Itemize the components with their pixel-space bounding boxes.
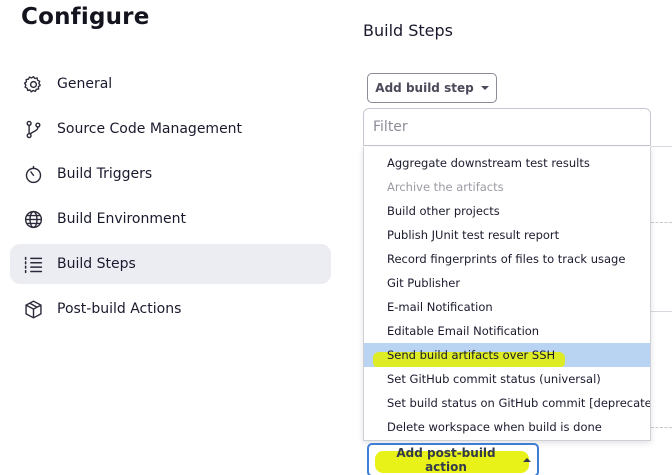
list-icon xyxy=(22,253,44,275)
sidebar-item-build-steps[interactable]: Build Steps xyxy=(10,244,331,284)
section-title: Build Steps xyxy=(363,21,454,40)
gear-icon xyxy=(22,73,44,95)
add-build-step-label: Add build step xyxy=(375,81,474,95)
dropdown-item[interactable]: Set build status on GitHub commit [depre… xyxy=(364,391,650,415)
build-step-dropdown: Aggregate downstream test results Archiv… xyxy=(363,147,651,441)
chevron-down-icon xyxy=(480,86,489,90)
git-branch-icon xyxy=(22,118,44,140)
dropdown-item[interactable]: Build other projects xyxy=(364,199,650,223)
dropdown-item[interactable]: Set GitHub commit status (universal) xyxy=(364,367,650,391)
sidebar-item-label: General xyxy=(57,76,113,92)
dropdown-item[interactable]: E-mail Notification xyxy=(364,295,650,319)
dropdown-item[interactable]: Delete workspace when build is done xyxy=(364,415,650,439)
sidebar-item-label: Build Environment xyxy=(57,211,186,227)
filter-input[interactable] xyxy=(363,108,651,146)
configure-page: Configure General Source Code Management… xyxy=(0,0,672,475)
page-title: Configure xyxy=(21,4,150,30)
divider xyxy=(651,311,672,312)
sidebar-item-label: Source Code Management xyxy=(57,121,243,137)
divider xyxy=(651,146,672,147)
add-build-step-button[interactable]: Add build step xyxy=(367,73,497,103)
timer-icon xyxy=(22,163,44,185)
chevron-up-icon xyxy=(523,458,531,462)
dropdown-item[interactable]: Record fingerprints of files to track us… xyxy=(364,247,650,271)
sidebar: General Source Code Management Build Tri… xyxy=(10,64,331,334)
dropdown-item[interactable]: Git Publisher xyxy=(364,271,650,295)
dropdown-item[interactable]: Aggregate downstream test results xyxy=(364,151,650,175)
sidebar-item-label: Build Triggers xyxy=(57,166,153,182)
sidebar-item-label: Build Steps xyxy=(57,256,136,272)
add-post-build-action-button[interactable]: Add post-build action xyxy=(367,443,539,475)
sidebar-item-build-environment[interactable]: Build Environment xyxy=(10,199,331,239)
dropdown-item-selected[interactable]: Send build artifacts over SSH xyxy=(364,343,650,367)
divider xyxy=(651,427,672,428)
dropdown-item: Archive the artifacts xyxy=(387,180,504,194)
divider xyxy=(651,222,672,223)
sidebar-item-post-build-actions[interactable]: Post-build Actions xyxy=(10,289,331,329)
sidebar-item-general[interactable]: General xyxy=(10,64,331,104)
dropdown-item[interactable]: Publish JUnit test result report xyxy=(364,223,650,247)
add-post-build-action-label: Add post-build action xyxy=(396,446,496,474)
sidebar-item-source-code-management[interactable]: Source Code Management xyxy=(10,109,331,149)
sidebar-item-build-triggers[interactable]: Build Triggers xyxy=(10,154,331,194)
package-icon xyxy=(22,298,44,320)
sidebar-item-label: Post-build Actions xyxy=(57,301,182,317)
dropdown-item[interactable]: Editable Email Notification xyxy=(364,319,650,343)
globe-icon xyxy=(22,208,44,230)
